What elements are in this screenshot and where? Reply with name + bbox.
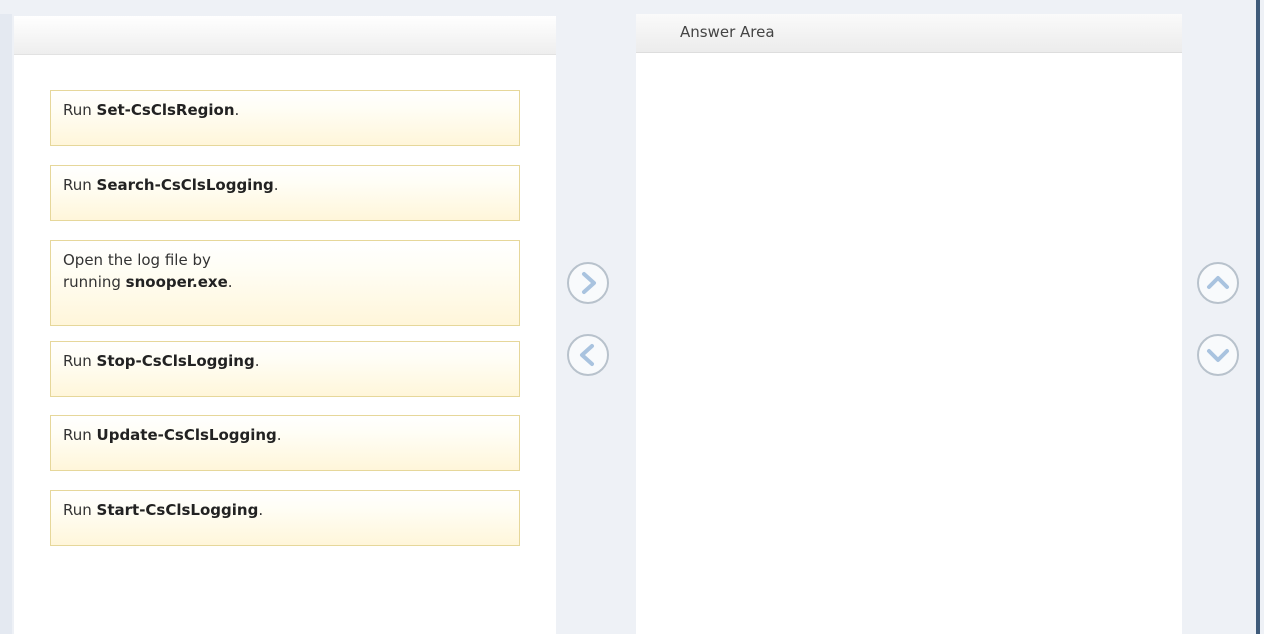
action-prefix: Run	[63, 352, 97, 370]
action-command: Search-CsClsLogging	[96, 176, 274, 194]
action-suffix: .	[276, 426, 282, 444]
move-right-button[interactable]	[567, 262, 609, 304]
action-command: snooper.exe	[125, 273, 228, 291]
action-suffix: .	[227, 273, 233, 291]
actions-panel-header	[14, 16, 556, 55]
action-prefix: Run	[63, 501, 97, 519]
action-command: Start-CsClsLogging	[96, 501, 259, 519]
actions-panel: Run Set-CsClsRegion. Run Search-CsClsLog…	[14, 16, 556, 634]
answer-area-title: Answer Area	[680, 23, 775, 41]
action-item-stop-cscislogging[interactable]: Run Stop-CsClsLogging.	[50, 341, 520, 397]
action-item-set-csclsregion[interactable]: Run Set-CsClsRegion.	[50, 90, 520, 146]
move-up-button[interactable]	[1197, 262, 1239, 304]
left-edge-accent	[0, 14, 12, 634]
answer-area-panel[interactable]: Answer Area	[636, 14, 1182, 634]
move-down-button[interactable]	[1197, 334, 1239, 376]
action-suffix: .	[234, 101, 240, 119]
action-item-open-log-snooper[interactable]: Open the log file by running snooper.exe…	[50, 240, 520, 326]
answer-area-header: Answer Area	[636, 14, 1182, 53]
move-left-button[interactable]	[567, 334, 609, 376]
chevron-down-icon	[1207, 349, 1229, 362]
action-suffix: .	[273, 176, 279, 194]
action-prefix: Run	[63, 101, 97, 119]
action-line1: Open the log file by	[63, 251, 211, 269]
action-prefix: running	[63, 273, 126, 291]
action-command: Set-CsClsRegion	[96, 101, 235, 119]
chevron-right-icon	[582, 272, 596, 294]
chevron-up-icon	[1207, 276, 1229, 289]
action-suffix: .	[258, 501, 264, 519]
chevron-left-icon	[580, 344, 594, 366]
action-command: Update-CsClsLogging	[96, 426, 277, 444]
action-item-update-cscislogging[interactable]: Run Update-CsClsLogging.	[50, 415, 520, 471]
action-item-start-cscislogging[interactable]: Run Start-CsClsLogging.	[50, 490, 520, 546]
action-command: Stop-CsClsLogging	[96, 352, 255, 370]
action-prefix: Run	[63, 426, 97, 444]
drag-drop-question-frame: Run Set-CsClsRegion. Run Search-CsClsLog…	[0, 0, 1264, 634]
action-item-search-cscislogging[interactable]: Run Search-CsClsLogging.	[50, 165, 520, 221]
action-prefix: Run	[63, 176, 97, 194]
right-edge-accent	[1256, 0, 1260, 634]
action-suffix: .	[254, 352, 260, 370]
